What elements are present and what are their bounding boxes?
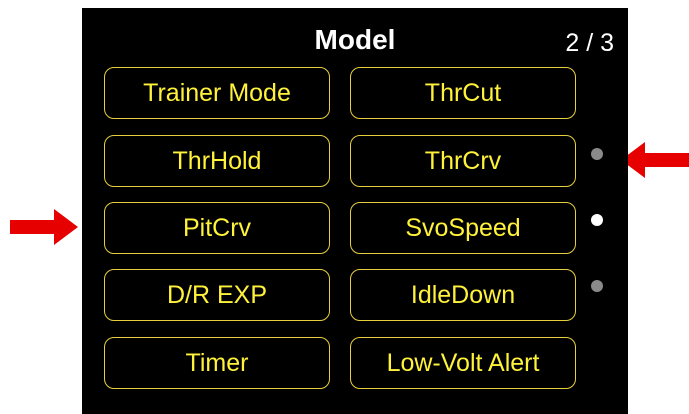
thr-hold-button[interactable]: ThrHold xyxy=(104,135,330,187)
arrow-right-icon xyxy=(10,209,78,245)
page-title: Model xyxy=(314,24,396,55)
idle-down-button[interactable]: IdleDown xyxy=(350,269,576,321)
page-dot-3[interactable] xyxy=(591,280,603,292)
arrow-left-icon xyxy=(621,142,689,178)
thr-crv-button[interactable]: ThrCrv xyxy=(350,135,576,187)
pit-crv-button[interactable]: PitCrv xyxy=(104,202,330,254)
timer-button[interactable]: Timer xyxy=(104,337,330,389)
model-screen: Model 2 / 3 Trainer Mode ThrCut ThrHold … xyxy=(82,8,628,414)
page-dot-1[interactable] xyxy=(591,148,603,160)
trainer-mode-button[interactable]: Trainer Mode xyxy=(104,67,330,119)
dr-exp-button[interactable]: D/R EXP xyxy=(104,269,330,321)
page-indicator: 2 / 3 xyxy=(565,29,614,57)
svo-speed-button[interactable]: SvoSpeed xyxy=(350,202,576,254)
low-volt-alert-button[interactable]: Low-Volt Alert xyxy=(350,337,576,389)
page-dot-2[interactable] xyxy=(591,214,603,226)
thr-cut-button[interactable]: ThrCut xyxy=(350,67,576,119)
